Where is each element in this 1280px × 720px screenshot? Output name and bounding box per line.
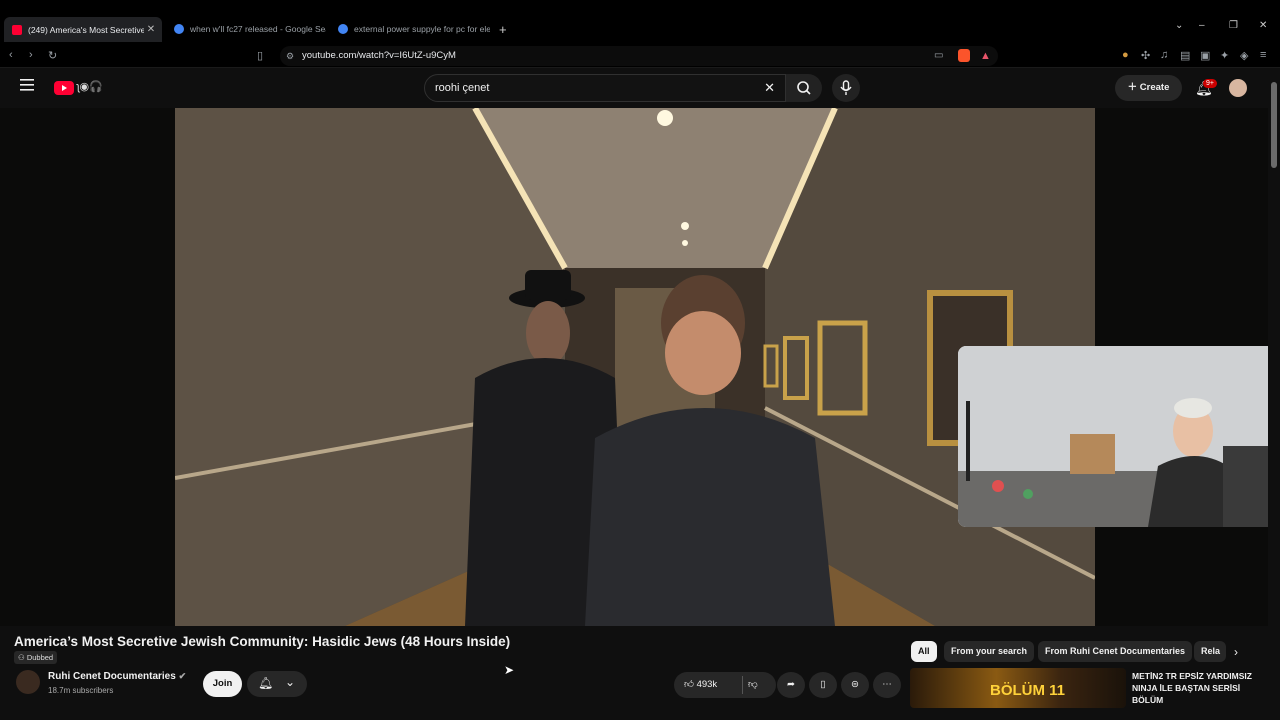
- reload-icon[interactable]: ↻: [48, 49, 57, 62]
- recommendation-title[interactable]: METİN2 TR EPSİZ YARDIMSIZ NINJA İLE BAŞT…: [1132, 670, 1256, 706]
- tab-youtube-video[interactable]: (249) America's Most Secretive ✕: [4, 17, 162, 42]
- dubbed-icon: ⚇: [18, 653, 27, 662]
- share-button[interactable]: ➦: [777, 672, 805, 698]
- recommendation-thumbnail[interactable]: BÖLÜM 11: [910, 668, 1126, 708]
- tab-title: when w'll fc27 released - Google Sea: [190, 24, 326, 34]
- bell-icon: 🔔︎: [258, 676, 274, 690]
- search-value: roohi çenet: [435, 82, 490, 94]
- hamburger-menu-icon[interactable]: [20, 79, 34, 91]
- like-count: 493k: [696, 679, 718, 690]
- search-button[interactable]: [786, 74, 822, 102]
- scrollbar-thumb[interactable]: [1271, 82, 1277, 168]
- chip-all[interactable]: All: [911, 641, 937, 662]
- thumbs-down-icon: 👎︎: [748, 679, 758, 690]
- extension-icon[interactable]: ●: [1122, 49, 1129, 61]
- chip-related[interactable]: Rela: [1194, 641, 1226, 662]
- browser-tab-bar: (249) America's Most Secretive ✕ when w'…: [0, 0, 1280, 44]
- page-scrollbar[interactable]: [1268, 68, 1280, 720]
- maximize-icon[interactable]: ❐: [1229, 20, 1238, 31]
- site-info-icon[interactable]: ⚙: [286, 46, 294, 66]
- like-button[interactable]: 👍︎ 493k: [684, 672, 717, 698]
- chip-from-channel[interactable]: From Ruhi Cenet Documentaries: [1038, 641, 1193, 662]
- brave-rewards-icon[interactable]: ▲: [980, 46, 991, 66]
- tab-search-icon[interactable]: ⌄: [1175, 20, 1183, 31]
- thanks-button[interactable]: ⊜: [841, 672, 869, 698]
- dubbed-badge: ⚇ Dubbed: [14, 651, 58, 664]
- url-field[interactable]: ⚙ youtube.com/watch?v=I6UtZ-u9CyM ▭ ▲: [280, 46, 998, 66]
- clear-search-icon[interactable]: ✕: [764, 75, 775, 101]
- thumbs-up-icon: 👍︎: [684, 679, 694, 690]
- tab-google-search-2[interactable]: external power suppyle for pc for ele: [330, 18, 490, 40]
- video-scene-image: [175, 108, 1095, 626]
- save-button[interactable]: ▯: [809, 672, 837, 698]
- create-button[interactable]: ＋ Create: [1115, 75, 1182, 101]
- minimize-icon[interactable]: –: [1199, 20, 1205, 31]
- bookmark-save-icon: ▯: [820, 679, 826, 690]
- thanks-icon: ⊜: [851, 679, 859, 690]
- cast-icon[interactable]: ▭: [934, 46, 943, 66]
- address-bar: ‹ › ↻ ▯ ⚙ youtube.com/watch?v=I6UtZ-u9Cy…: [0, 44, 1280, 68]
- create-label: Create: [1139, 82, 1170, 93]
- chevron-right-icon[interactable]: ›: [1234, 645, 1238, 659]
- plus-icon: ＋: [1127, 82, 1138, 93]
- forward-icon[interactable]: ›: [29, 49, 33, 61]
- microphone-icon: [840, 80, 852, 95]
- subscription-bell-button[interactable]: 🔔︎ ⌄: [247, 671, 307, 697]
- google-icon: [174, 24, 184, 34]
- video-player[interactable]: [0, 108, 1268, 626]
- window-close-icon[interactable]: ✕: [1259, 20, 1267, 31]
- share-icon: ➦: [787, 679, 795, 690]
- wallet-icon[interactable]: ▣: [1200, 49, 1210, 62]
- menu-icon[interactable]: ≡: [1260, 49, 1266, 61]
- leo-ai-icon[interactable]: ✦: [1220, 49, 1229, 62]
- voice-search-button[interactable]: [832, 74, 860, 102]
- dislike-button[interactable]: 👎︎: [748, 672, 758, 698]
- youtube-icon: [12, 24, 22, 35]
- youtube-header: ʅ◉🎧 roohi çenet ✕ ＋ Create 🔔︎ 9+: [0, 68, 1280, 108]
- notification-badge: 9+: [1203, 79, 1217, 88]
- video-title: America’s Most Secretive Jewish Communit…: [14, 634, 511, 649]
- back-icon[interactable]: ‹: [9, 49, 13, 61]
- tab-title: external power suppyle for pc for ele: [354, 24, 490, 34]
- puzzle-icon[interactable]: ✣: [1141, 49, 1150, 62]
- more-icon: ⋯: [882, 679, 892, 690]
- channel-name[interactable]: Ruhi Cenet Documentaries ✔: [48, 671, 186, 682]
- webcam-image: [958, 346, 1268, 527]
- search-icon: [797, 81, 811, 95]
- bookmark-icon[interactable]: ▯: [257, 49, 263, 62]
- dubbed-label: Dubbed: [26, 653, 54, 662]
- music-icon[interactable]: ♫: [1160, 49, 1168, 61]
- youtube-logo[interactable]: [54, 81, 74, 95]
- webcam-overlay: [958, 346, 1268, 527]
- search-input[interactable]: roohi çenet ✕: [424, 74, 786, 102]
- tab-google-search-1[interactable]: when w'll fc27 released - Google Sea: [166, 18, 326, 40]
- divider: [742, 676, 743, 694]
- thumbnail-text: BÖLÜM 11: [990, 682, 1066, 699]
- sidebar-icon[interactable]: ▤: [1180, 49, 1190, 62]
- verified-icon: ✔: [178, 671, 187, 681]
- url-text: youtube.com/watch?v=I6UtZ-u9CyM: [302, 50, 456, 61]
- channel-avatar[interactable]: [16, 670, 40, 694]
- brave-shield-icon[interactable]: [958, 49, 970, 62]
- doodle-icon[interactable]: ʅ◉🎧: [77, 80, 103, 93]
- mouse-cursor-icon: ➤: [504, 663, 515, 677]
- vpn-icon[interactable]: ◈: [1240, 49, 1248, 62]
- like-dislike-group: 👍︎ 493k 👎︎: [674, 672, 776, 698]
- more-actions-button[interactable]: ⋯: [873, 672, 901, 698]
- google-icon: [338, 24, 348, 34]
- subscriber-count: 18.7m subscribers: [48, 686, 114, 695]
- new-tab-icon[interactable]: +: [499, 22, 507, 37]
- chip-from-your-search[interactable]: From your search: [944, 641, 1035, 662]
- video-frame[interactable]: [175, 108, 1095, 626]
- chevron-down-icon: ⌄: [285, 675, 296, 689]
- join-button[interactable]: Join: [203, 671, 242, 697]
- account-avatar[interactable]: [1229, 79, 1247, 97]
- close-icon[interactable]: ✕: [144, 24, 158, 35]
- tab-title: (249) America's Most Secretive: [28, 24, 144, 35]
- channel-name-text: Ruhi Cenet Documentaries: [48, 671, 176, 682]
